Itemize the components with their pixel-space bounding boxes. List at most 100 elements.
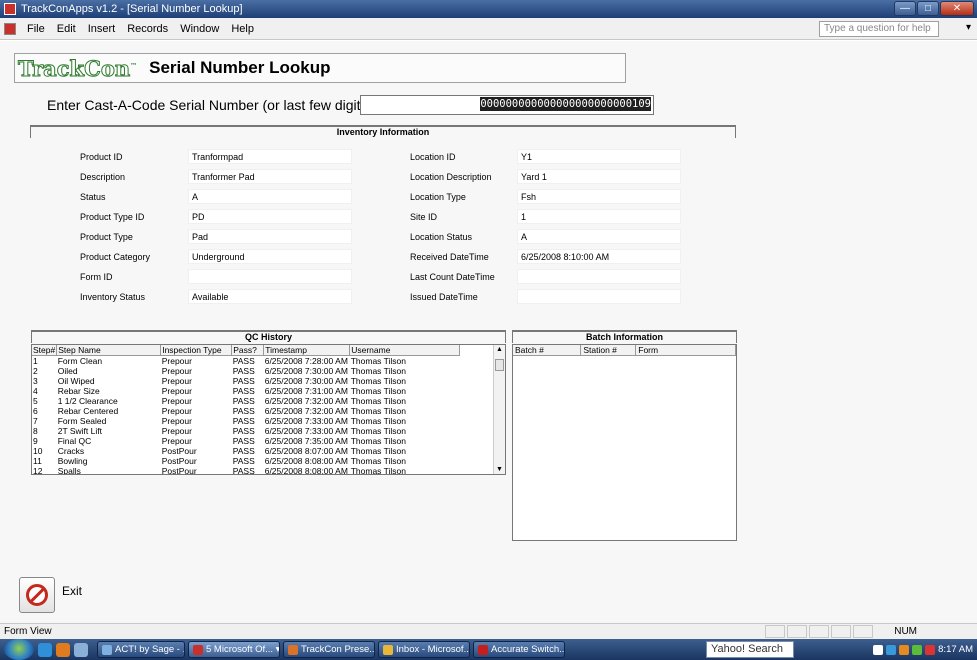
table-row[interactable]: 2 Oiled Prepour PASS 6/25/2008 7:30:00 AM Tho… — [32, 366, 460, 376]
tray-icon[interactable] — [899, 644, 910, 655]
inventory-value-field[interactable]: Tranformpad — [188, 149, 352, 164]
search-icon[interactable] — [873, 644, 884, 655]
taskbar-button[interactable]: TrackCon Prese... — [283, 641, 375, 658]
inventory-value-field[interactable]: Yard 1 — [517, 169, 681, 184]
table-row[interactable]: 6 Rebar Centered Prepour PASS 6/25/2008 7:32… — [32, 406, 460, 416]
taskbar-button[interactable]: Accurate Switch... — [473, 641, 565, 658]
table-cell: 9 — [33, 436, 38, 446]
help-dropdown-icon[interactable]: ▾ — [966, 22, 971, 33]
batch-heading: Batch Information — [512, 330, 737, 343]
app-icon — [4, 3, 16, 15]
scroll-thumb[interactable] — [495, 359, 504, 371]
exit-button[interactable] — [19, 577, 55, 613]
table-cell: Thomas Tilson — [350, 426, 406, 436]
inventory-value-field[interactable]: Pad — [188, 229, 352, 244]
table-row[interactable]: 10 Cracks PostPour PASS 6/25/2008 8:07:00 AM… — [32, 446, 460, 456]
taskbar-button[interactable]: ACT! by Sage - ... — [97, 641, 185, 658]
inventory-value-field[interactable]: PD — [188, 209, 352, 224]
scroll-down-icon[interactable]: ▼ — [496, 466, 503, 473]
inventory-value-field[interactable]: Available — [188, 289, 352, 304]
table-row[interactable]: 11 Bowling PostPour PASS 6/25/2008 8:08:00 A… — [32, 456, 460, 466]
column-header[interactable]: Timestamp — [263, 345, 351, 356]
app-icon — [288, 644, 298, 655]
inventory-value-field[interactable]: Underground — [188, 249, 352, 264]
num-lock-indicator: NUM — [894, 626, 917, 637]
inventory-value-field[interactable] — [517, 289, 681, 304]
table-cell: 6/25/2008 8:07:00 AM — [264, 446, 348, 456]
minimize-button[interactable]: — — [894, 1, 916, 16]
menu-edit[interactable]: Edit — [51, 23, 82, 35]
table-row[interactable]: 1 Form Clean Prepour PASS 6/25/2008 7:28:00 … — [32, 356, 460, 367]
table-cell: 6/25/2008 7:30:00 AM — [264, 376, 348, 386]
taskbar-button[interactable]: 5 Microsoft Of... ▾ — [188, 641, 280, 658]
menu-records[interactable]: Records — [121, 23, 174, 35]
menu-file[interactable]: File — [21, 23, 51, 35]
table-row[interactable]: 3 Oil Wiped Prepour PASS 6/25/2008 7:30:00 A… — [32, 376, 460, 386]
table-cell: Thomas Tilson — [350, 456, 406, 466]
table-cell: Prepour — [161, 406, 192, 416]
help-search-input[interactable]: Type a question for help — [819, 21, 939, 37]
taskbar-label: Inbox - Microsof... — [396, 644, 470, 655]
table-row[interactable]: 7 Form Sealed Prepour PASS 6/25/2008 7:33:00… — [32, 416, 460, 426]
table-cell: Final QC — [57, 436, 92, 446]
table-cell: Prepour — [161, 436, 192, 446]
tray-icon[interactable] — [912, 644, 923, 655]
column-header[interactable]: Username — [349, 345, 461, 356]
column-header[interactable]: Station # — [580, 345, 637, 356]
table-cell: 6 — [33, 406, 38, 416]
inventory-value-field[interactable]: 6/25/2008 8:10:00 AM — [517, 249, 681, 264]
ie-icon[interactable] — [38, 642, 52, 657]
inventory-value-field[interactable]: 1 — [517, 209, 681, 224]
scroll-up-icon[interactable]: ▲ — [496, 346, 503, 353]
batch-table: Batch # Station # Form — [513, 345, 736, 356]
batch-grid[interactable]: Batch # Station # Form — [512, 344, 737, 541]
table-row[interactable]: 8 2T Swift Lift Prepour PASS 6/25/2008 7:33:… — [32, 426, 460, 436]
document-icon[interactable] — [4, 22, 16, 35]
close-button[interactable]: ✕ — [940, 1, 974, 16]
taskbar-button[interactable]: Inbox - Microsof... — [378, 641, 470, 658]
table-cell: Cracks — [57, 446, 85, 456]
tray-icon[interactable] — [886, 644, 897, 655]
column-header[interactable]: Inspection Type — [160, 345, 233, 356]
table-cell: PASS — [232, 366, 255, 376]
qc-scrollbar[interactable]: ▲ ▼ — [493, 345, 505, 474]
taskbar: ACT! by Sage - ... 5 Microsoft Of... ▾ Tra… — [0, 639, 977, 660]
inventory-value-field[interactable]: Fsh — [517, 189, 681, 204]
form-header: TrackCon™ Serial Number Lookup — [14, 53, 626, 83]
menu-insert[interactable]: Insert — [82, 23, 122, 35]
inventory-value-field[interactable]: A — [517, 229, 681, 244]
table-cell: 10 — [33, 446, 43, 456]
status-bar: Form View NUM — [0, 623, 977, 639]
outlook-icon[interactable] — [56, 642, 70, 657]
table-cell: Prepour — [161, 366, 192, 376]
table-cell: Thomas Tilson — [350, 416, 406, 426]
column-header[interactable]: Pass? — [231, 345, 265, 356]
title-bar: TrackConApps v1.2 - [Serial Number Looku… — [0, 0, 977, 18]
table-cell: 6/25/2008 7:35:00 AM — [264, 436, 348, 446]
qc-history-grid[interactable]: Step# Step Name Inspection Type Pass? Timest… — [31, 344, 506, 475]
window-title: TrackConApps v1.2 - [Serial Number Looku… — [21, 3, 243, 15]
tray-icon[interactable] — [925, 644, 936, 655]
table-cell: Thomas Tilson — [350, 366, 406, 376]
table-cell: Thomas Tilson — [350, 446, 406, 456]
inventory-value-field[interactable]: Y1 — [517, 149, 681, 164]
inventory-value-field[interactable] — [517, 269, 681, 284]
yahoo-search-box[interactable]: Yahoo! Search — [706, 641, 794, 658]
column-header[interactable]: Step Name — [56, 345, 162, 356]
menu-window[interactable]: Window — [174, 23, 225, 35]
serial-number-input[interactable]: 000000000000000000000000109 — [360, 95, 654, 115]
maximize-button[interactable]: □ — [917, 1, 939, 16]
inventory-value-field[interactable]: Tranformer Pad — [188, 169, 352, 184]
table-row[interactable]: 5 1 1/2 Clearance Prepour PASS 6/25/2008 7:3… — [32, 396, 460, 406]
table-row[interactable]: 9 Final QC Prepour PASS 6/25/2008 7:35:00 AM… — [32, 436, 460, 446]
inventory-value-field[interactable]: A — [188, 189, 352, 204]
inventory-value-field[interactable] — [188, 269, 352, 284]
column-header[interactable]: Batch # — [513, 345, 582, 356]
menu-help[interactable]: Help — [225, 23, 260, 35]
column-header[interactable]: Step# — [32, 345, 58, 356]
table-row[interactable]: 12 Spalls PostPour PASS 6/25/2008 8:08:00 AM… — [32, 466, 460, 474]
start-button[interactable] — [4, 639, 34, 660]
table-row[interactable]: 4 Rebar Size Prepour PASS 6/25/2008 7:31:00 … — [32, 386, 460, 396]
column-header[interactable]: Form — [635, 345, 736, 356]
desktop-icon[interactable] — [74, 642, 88, 657]
